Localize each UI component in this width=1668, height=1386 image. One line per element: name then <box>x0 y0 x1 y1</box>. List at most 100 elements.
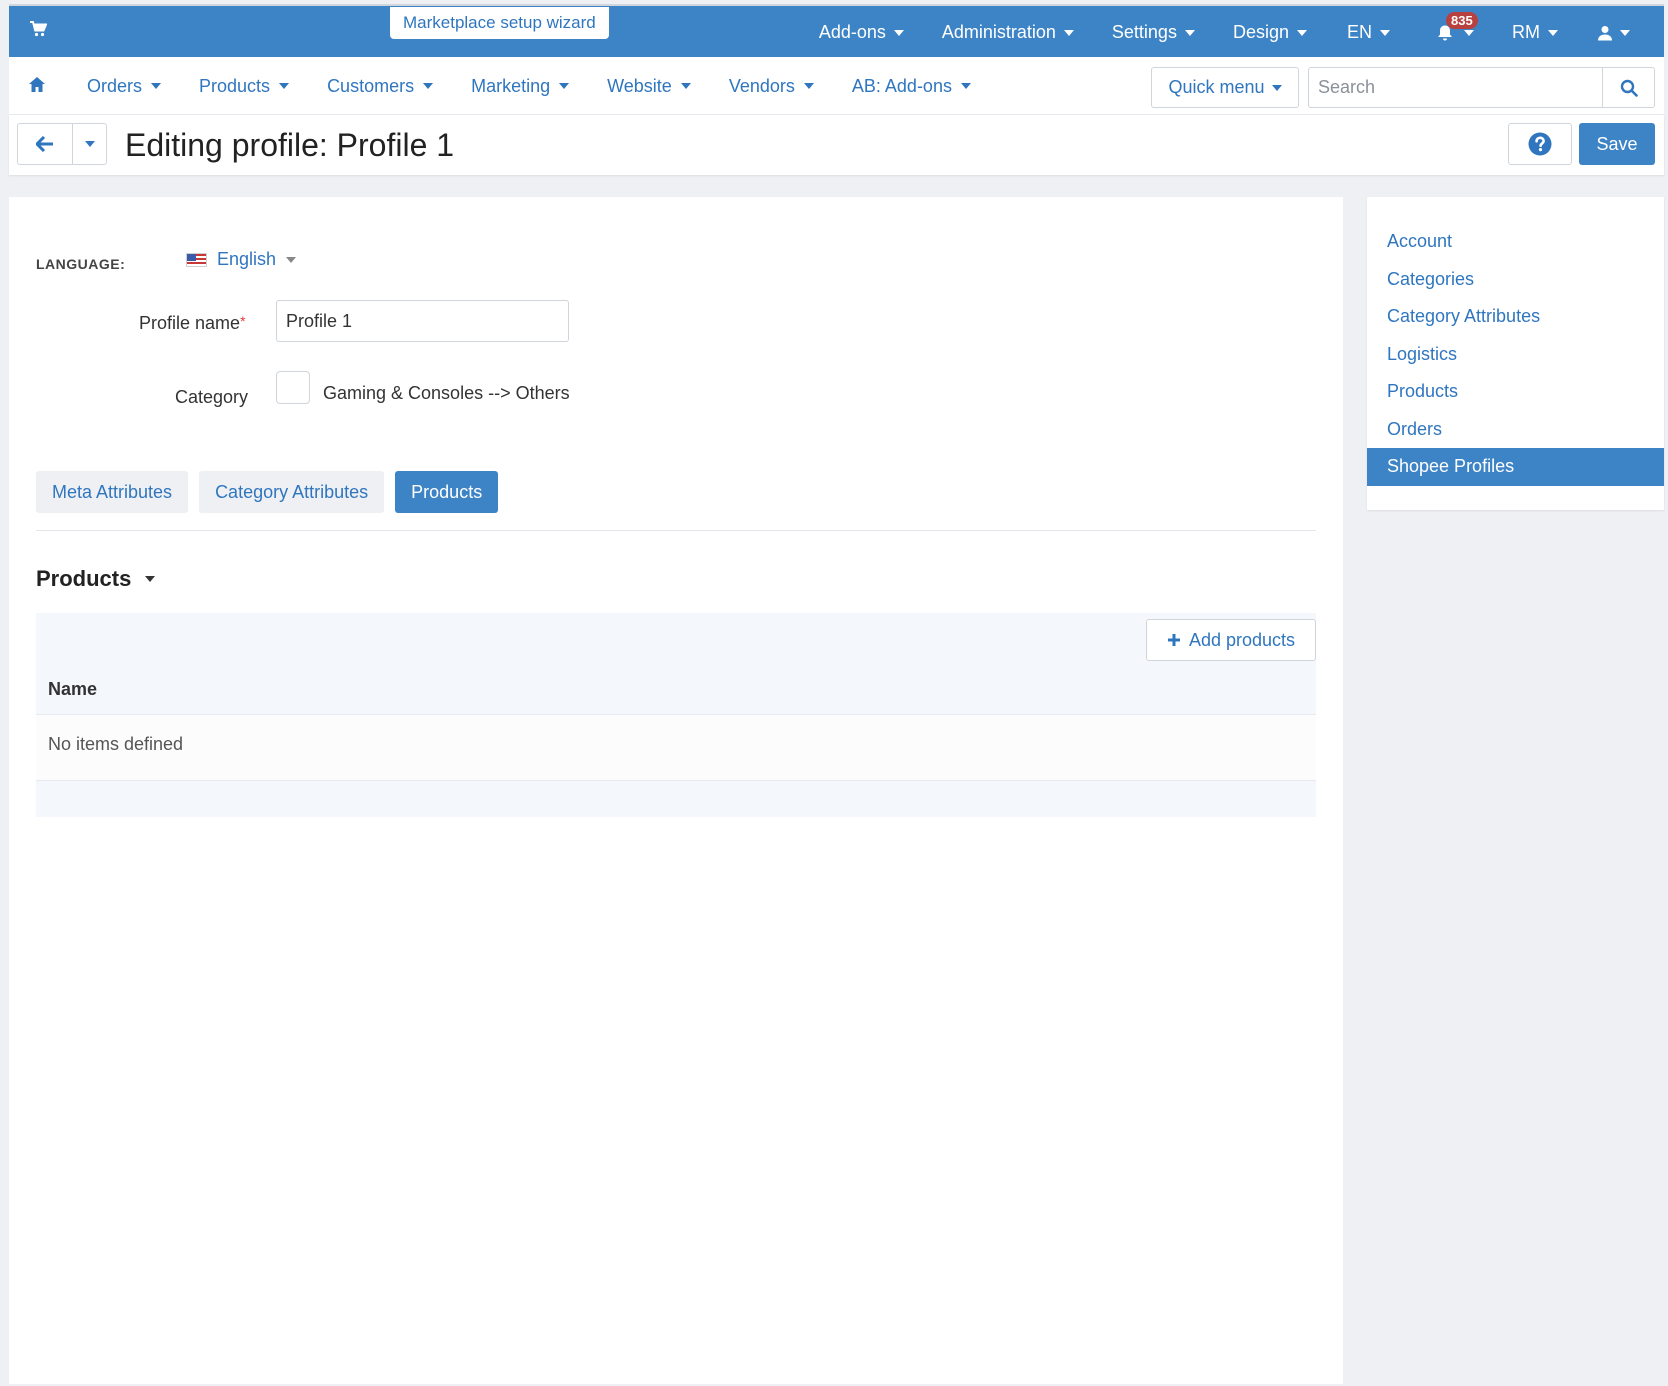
question-circle-icon <box>1528 132 1552 156</box>
user-icon <box>1598 25 1612 40</box>
language-value: English <box>217 249 277 269</box>
top-menu-administration[interactable]: Administration <box>942 22 1074 43</box>
caret-down-icon <box>84 141 95 147</box>
tab-category-attributes[interactable]: Category Attributes <box>199 471 385 513</box>
plus-icon <box>1167 634 1180 646</box>
category-checkbox[interactable] <box>276 371 310 404</box>
search-input[interactable] <box>1309 68 1602 107</box>
nav-marketing-label: Marketing <box>471 75 551 96</box>
main-content: LANGUAGE: English Profile name* Category… <box>9 197 1343 1384</box>
nav-orders-label: Orders <box>87 75 143 96</box>
sidebar-item-logistics[interactable]: Logistics <box>1367 336 1664 374</box>
back-dropdown-button[interactable] <box>73 124 106 164</box>
nav-customers-label: Customers <box>327 75 415 96</box>
admin-page: Marketplace setup wizard Add-ons Adminis… <box>9 4 1664 1384</box>
top-menu-settings[interactable]: Settings <box>1112 22 1195 43</box>
caret-down-icon <box>1620 29 1630 36</box>
sidebar-item-account[interactable]: Account <box>1367 223 1664 261</box>
page-title: Editing profile: Profile 1 <box>125 127 455 163</box>
top-menu-currency-label: RM <box>1512 22 1540 42</box>
caret-down-icon <box>1271 84 1282 91</box>
top-menu-addons[interactable]: Add-ons <box>819 22 904 43</box>
nav-orders[interactable]: Orders <box>87 75 162 97</box>
back-button-group <box>17 123 107 165</box>
nav-marketing[interactable]: Marketing <box>471 75 570 97</box>
profile-name-label-text: Profile name <box>139 313 241 333</box>
sidebar-item-category-attributes[interactable]: Category Attributes <box>1367 298 1664 336</box>
profile-tabs: Meta Attributes Category Attributes Prod… <box>36 471 499 513</box>
add-products-button[interactable]: Add products <box>1146 619 1316 661</box>
quick-menu-label: Quick menu <box>1168 77 1265 97</box>
top-menu-currency[interactable]: RM <box>1512 22 1558 43</box>
caret-down-icon <box>893 29 904 36</box>
caret-down-icon <box>1548 29 1558 36</box>
caret-down-icon <box>423 83 434 89</box>
quick-menu-button[interactable]: Quick menu <box>1151 67 1299 108</box>
language-label: LANGUAGE: <box>36 256 126 272</box>
caret-down-icon <box>1184 29 1195 36</box>
notifications-button[interactable]: 835 <box>1436 11 1478 42</box>
help-button[interactable] <box>1508 123 1572 165</box>
nav-ab-addons[interactable]: AB: Add-ons <box>852 76 971 97</box>
nav-products-label: Products <box>199 75 271 96</box>
empty-message: No items defined <box>48 734 184 754</box>
tab-meta-attributes[interactable]: Meta Attributes <box>36 471 189 513</box>
caret-down-icon <box>1464 29 1474 36</box>
nav-products[interactable]: Products <box>199 75 290 97</box>
category-value: Gaming & Consoles --> Others <box>323 383 570 403</box>
top-menu-settings-label: Settings <box>1111 22 1177 42</box>
caret-down-icon <box>559 83 570 89</box>
category-label: Category <box>175 387 249 407</box>
required-marker: * <box>240 313 246 329</box>
sidebar-menu: Account Categories Category Attributes L… <box>1367 197 1664 486</box>
nav-vendors-label: Vendors <box>728 75 795 96</box>
main-nav: Orders Products Customers Marketing Webs… <box>9 57 1664 115</box>
sidebar-item-orders[interactable]: Orders <box>1367 411 1664 449</box>
user-menu[interactable] <box>1598 25 1630 41</box>
products-section-title: Products <box>36 566 132 591</box>
top-nav: Add-ons Administration Settings Design E… <box>819 6 1664 59</box>
caret-down-icon <box>803 83 814 89</box>
arrow-left-icon <box>36 136 53 152</box>
search-button[interactable] <box>1602 68 1654 107</box>
language-selector[interactable]: English <box>186 249 297 270</box>
products-section-toggle[interactable]: Products <box>36 566 156 592</box>
search-box <box>1308 67 1655 108</box>
profile-name-label: Profile name* <box>139 313 246 334</box>
caret-down-icon <box>151 83 162 89</box>
caret-down-icon <box>1063 29 1074 36</box>
title-bar: Editing profile: Profile 1 Save <box>9 115 1664 175</box>
cart-icon[interactable] <box>29 21 48 42</box>
tab-products[interactable]: Products <box>395 471 499 513</box>
nav-vendors[interactable]: Vendors <box>729 76 814 97</box>
us-flag-icon <box>186 252 207 267</box>
save-button[interactable]: Save <box>1579 123 1655 165</box>
home-icon[interactable] <box>28 76 46 98</box>
caret-down-icon <box>1380 29 1390 36</box>
nav-customers[interactable]: Customers <box>327 75 434 97</box>
caret-down-icon <box>279 83 290 89</box>
nav-website-label: Website <box>607 75 672 96</box>
nav-website[interactable]: Website <box>607 76 691 97</box>
table-row: No items defined <box>36 714 1316 781</box>
caret-down-icon <box>960 83 971 89</box>
sidebar-item-products[interactable]: Products <box>1367 373 1664 411</box>
caret-down-icon <box>286 256 297 263</box>
top-menu-design[interactable]: Design <box>1233 22 1307 43</box>
caret-down-icon <box>145 576 156 582</box>
add-products-label: Add products <box>1188 629 1296 650</box>
top-bar: Marketplace setup wizard Add-ons Adminis… <box>9 4 1664 57</box>
back-button[interactable] <box>18 124 73 164</box>
top-menu-design-label: Design <box>1232 22 1289 42</box>
marketplace-setup-wizard-button[interactable]: Marketplace setup wizard <box>390 7 609 39</box>
top-menu-language[interactable]: EN <box>1347 22 1390 43</box>
divider <box>36 530 1316 531</box>
top-menu-administration-label: Administration <box>941 22 1056 42</box>
search-icon <box>1620 79 1638 97</box>
column-header-name: Name <box>48 679 98 699</box>
sidebar-item-shopee-profiles[interactable]: Shopee Profiles <box>1367 448 1664 486</box>
sidebar-item-categories[interactable]: Categories <box>1367 261 1664 299</box>
products-table: Add products Name No items defined <box>36 613 1316 817</box>
sidebar: Account Categories Category Attributes L… <box>1367 197 1664 510</box>
profile-name-input[interactable] <box>276 300 569 342</box>
